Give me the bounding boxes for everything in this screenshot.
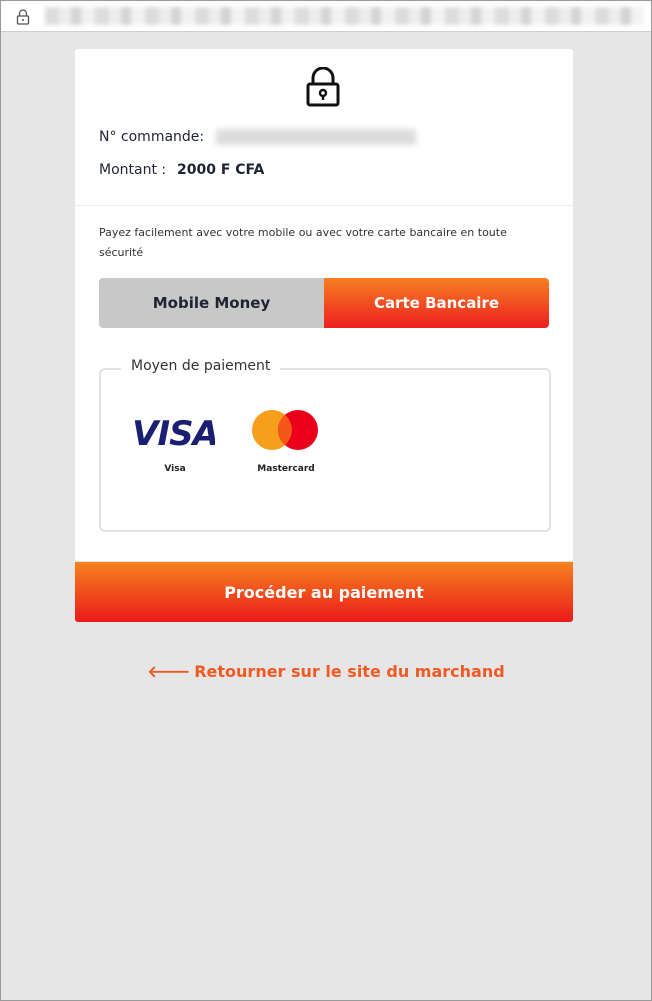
order-number-label: N° commande: <box>99 129 205 145</box>
payment-card: N° commande: Montant : 2000 F CFA Payez … <box>75 49 573 561</box>
tab-mobile-money[interactable]: Mobile Money <box>99 278 324 328</box>
back-link-label: Retourner sur le site du marchand <box>194 662 505 681</box>
browser-address-bar[interactable] <box>1 1 651 32</box>
url-field[interactable] <box>45 7 643 25</box>
amount-value: 2000 F CFA <box>177 162 265 178</box>
mastercard-label: Mastercard <box>257 464 315 474</box>
lock-icon <box>16 9 30 25</box>
tab-carte-bancaire[interactable]: Carte Bancaire <box>324 278 549 328</box>
payment-method-group: Moyen de paiement VISA Visa Mastercard <box>99 358 551 532</box>
payment-method-legend: Moyen de paiement <box>121 358 281 374</box>
order-number-value <box>216 129 416 145</box>
amount-label: Montant : <box>99 162 167 178</box>
visa-logo-icon: VISA <box>132 414 219 454</box>
mastercard-option[interactable]: Mastercard <box>241 408 331 474</box>
padlock-icon <box>306 67 340 107</box>
mastercard-logo-icon <box>252 410 318 450</box>
visa-label: Visa <box>164 464 186 474</box>
proceed-payment-button[interactable]: Procéder au paiement <box>75 562 573 622</box>
payment-type-tabs: Mobile Money Carte Bancaire <box>99 278 549 328</box>
divider <box>75 205 573 206</box>
visa-option[interactable]: VISA Visa <box>132 412 219 474</box>
intro-text: Payez facilement avec votre mobile ou av… <box>99 226 507 259</box>
back-to-merchant-link[interactable]: 🡐 Retourner sur le site du marchand <box>0 661 652 681</box>
visa-logo-text: VISA <box>135 414 215 452</box>
arrow-left-icon: 🡐 <box>147 662 191 681</box>
